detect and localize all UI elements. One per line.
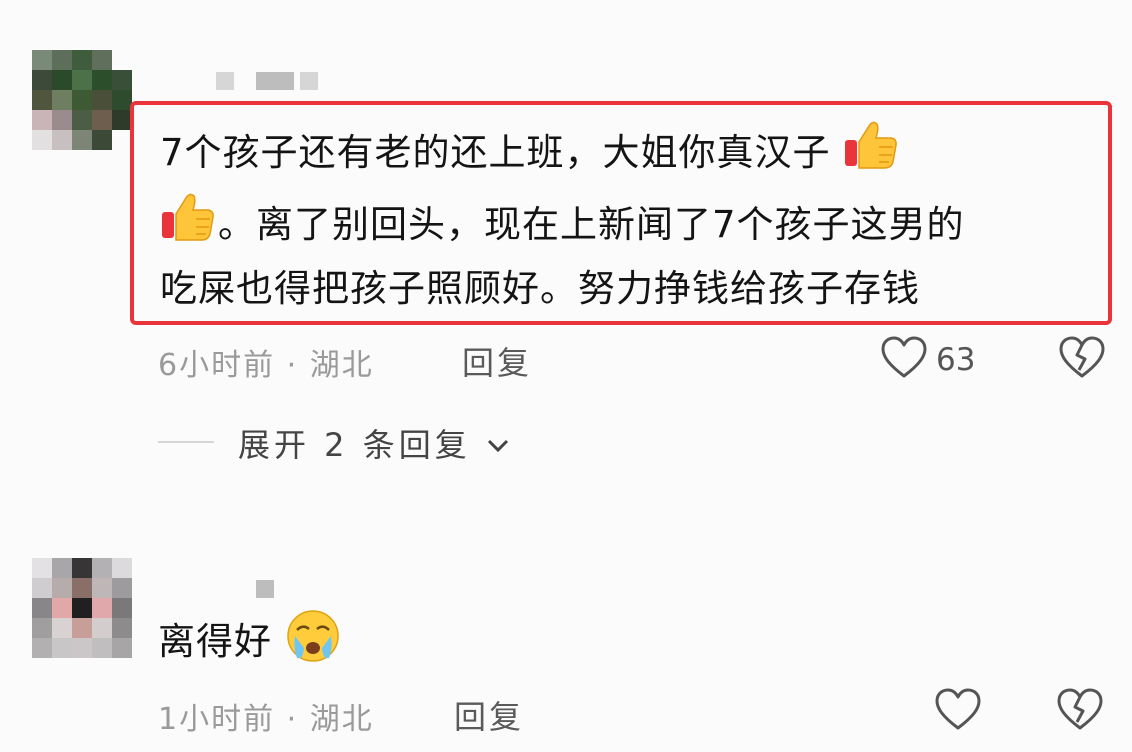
timestamp: 1小时前 <box>158 702 276 737</box>
location: 湖北 <box>309 702 374 737</box>
crying-face-emoji-icon <box>285 608 341 679</box>
like-button[interactable] <box>934 688 982 736</box>
broken-heart-icon <box>1056 688 1104 736</box>
separator: · <box>286 702 299 737</box>
reply-button[interactable]: 回复 <box>454 692 524 738</box>
comment-line: 离得好 <box>158 608 341 679</box>
comment-2: 离得好 1小时前 · 湖北 回复 <box>0 0 1132 752</box>
comment-meta: 1小时前 · 湖北 <box>158 694 374 738</box>
username-redacted[interactable] <box>256 578 274 600</box>
comment-text: 离得好 <box>158 620 272 663</box>
avatar[interactable] <box>32 558 132 658</box>
dislike-button[interactable] <box>1056 688 1104 736</box>
heart-icon <box>934 688 982 736</box>
